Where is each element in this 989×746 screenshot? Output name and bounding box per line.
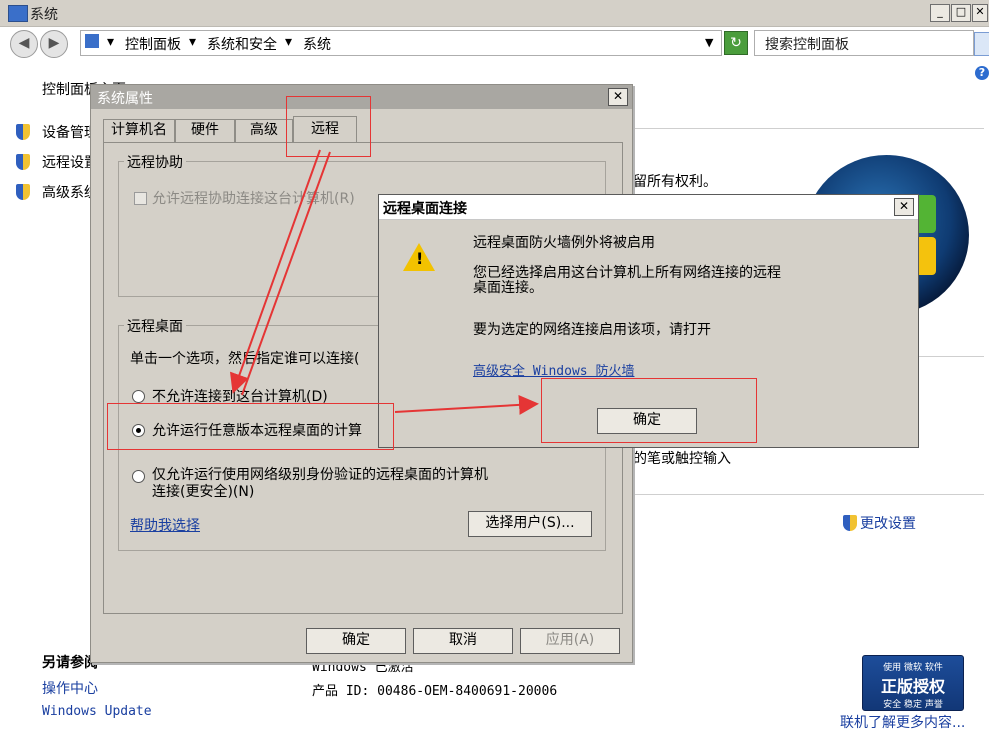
annotation-box-ok-button [541, 378, 757, 443]
annotation-box-remote-tab [286, 96, 371, 157]
rdp-heading: 远程桌面防火墙例外将被启用 [473, 235, 655, 251]
annotation-box-allow-option [107, 403, 394, 450]
window-titlebar: 系统 _ □ ✕ [0, 0, 989, 27]
window-title: 系统 [30, 7, 58, 23]
see-also-windows-update[interactable]: Windows Update [42, 704, 152, 719]
chevron-right-icon[interactable]: ▾ [189, 34, 196, 50]
copyright-text: 留所有权利。 [633, 174, 717, 190]
chevron-down-icon[interactable]: ▼ [705, 36, 713, 49]
learn-more-link[interactable]: 联机了解更多内容... [840, 712, 965, 732]
badge-sub-text: 安全 稳定 声誉 [883, 700, 943, 710]
remote-desktop-label: 远程桌面 [124, 316, 186, 336]
uac-shield-icon [16, 154, 30, 170]
ok-button[interactable]: 确定 [306, 628, 406, 654]
refresh-icon[interactable]: ↻ [724, 31, 748, 55]
remote-assist-label: 远程协助 [124, 152, 186, 172]
uac-shield-icon [843, 515, 857, 531]
product-id: 产品 ID: 00486-OEM-8400691-20006 [312, 684, 558, 699]
dialog-title: 系统属性 [97, 91, 153, 107]
address-bar[interactable]: ▾ 控制面板 ▾ 系统和安全 ▾ 系统 ▼ [80, 30, 722, 56]
pen-touch-text: 的笔或触控输入 [633, 451, 731, 467]
search-icon[interactable] [974, 32, 989, 56]
section-divider [632, 494, 984, 495]
system-app-icon [8, 5, 28, 22]
rdp-dialog-title: 远程桌面连接 [383, 201, 467, 217]
section-divider [632, 128, 984, 129]
help-icon[interactable]: ? [975, 66, 989, 80]
navigation-bar: ◀ ▶ ▾ 控制面板 ▾ 系统和安全 ▾ 系统 ▼ ↻ 搜索控制面板 [0, 27, 989, 61]
tab-computer-name[interactable]: 计算机名 [103, 119, 175, 142]
section-divider [918, 356, 984, 357]
warning-icon: ! [403, 243, 435, 271]
control-panel-icon [85, 34, 99, 48]
breadcrumb-control-panel[interactable]: 控制面板 [125, 34, 181, 54]
radio-allow-nla-label-2: 连接(更安全)(N) [152, 484, 255, 500]
badge-main-text: 正版授权 [880, 677, 945, 696]
change-settings-link[interactable]: 更改设置 [860, 513, 916, 533]
firewall-link[interactable]: 高级安全 Windows 防火墙 [473, 360, 634, 379]
tab-hardware[interactable]: 硬件 [175, 119, 235, 142]
rdp-instruction: 要为选定的网络连接启用该项，请打开 [473, 322, 711, 338]
remote-assist-checkbox-label: 允许远程协助连接这台计算机(R) [152, 191, 355, 207]
uac-shield-icon [16, 124, 30, 140]
breadcrumb-system[interactable]: 系统 [303, 34, 331, 54]
radio-disallow[interactable] [132, 390, 145, 403]
radio-allow-nla[interactable] [132, 470, 145, 483]
remote-desktop-hint: 单击一个选项，然后指定谁可以连接( [130, 351, 360, 367]
maximize-button[interactable]: □ [951, 4, 971, 22]
cancel-button[interactable]: 取消 [413, 628, 513, 654]
breadcrumb-system-security[interactable]: 系统和安全 [207, 34, 277, 54]
rdp-body-line2: 桌面连接。 [473, 280, 543, 296]
search-placeholder: 搜索控制面板 [765, 37, 849, 53]
close-window-button[interactable]: ✕ [972, 4, 988, 22]
close-icon[interactable]: ✕ [608, 88, 628, 106]
minimize-button[interactable]: _ [930, 4, 950, 22]
apply-button[interactable]: 应用(A) [520, 628, 620, 654]
back-button[interactable]: ◀ [10, 30, 38, 58]
select-users-button[interactable]: 选择用户(S)... [468, 511, 592, 537]
tab-advanced[interactable]: 高级 [235, 119, 293, 142]
see-also-action-center[interactable]: 操作中心 [42, 678, 98, 698]
search-input[interactable]: 搜索控制面板 [754, 30, 974, 56]
remote-assist-checkbox[interactable] [134, 192, 147, 205]
forward-button[interactable]: ▶ [40, 30, 68, 58]
chevron-right-icon[interactable]: ▾ [285, 34, 292, 50]
badge-top-text: 使用 微软 软件 [883, 663, 943, 673]
uac-shield-icon [16, 184, 30, 200]
close-icon[interactable]: ✕ [894, 198, 914, 216]
help-me-choose-link[interactable]: 帮助我选择 [130, 515, 200, 535]
genuine-badge: 使用 微软 软件 正版授权 安全 稳定 声誉 [862, 655, 964, 711]
chevron-right-icon[interactable]: ▾ [107, 34, 114, 50]
